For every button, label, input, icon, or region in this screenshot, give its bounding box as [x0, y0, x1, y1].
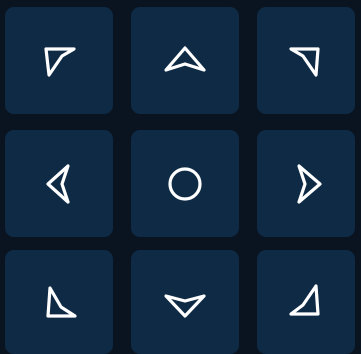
- up-left-button[interactable]: [5, 7, 113, 114]
- down-left-button[interactable]: [5, 250, 113, 354]
- up-right-button[interactable]: [257, 7, 355, 114]
- arrow-down-icon: [164, 294, 206, 318]
- arrow-right-icon: [297, 163, 322, 204]
- arrow-down-left-icon: [46, 286, 77, 318]
- arrow-up-left-icon: [44, 46, 76, 77]
- circle-icon: [168, 166, 202, 201]
- right-button[interactable]: [257, 130, 355, 237]
- down-button[interactable]: [131, 250, 239, 354]
- down-right-button[interactable]: [257, 250, 355, 354]
- left-button[interactable]: [5, 130, 113, 237]
- arrow-down-right-icon: [289, 284, 320, 316]
- center-button[interactable]: [131, 130, 239, 237]
- arrow-up-icon: [164, 45, 206, 72]
- arrow-left-icon: [46, 163, 70, 204]
- up-button[interactable]: [131, 7, 239, 114]
- arrow-up-right-icon: [289, 46, 320, 77]
- direction-pad: [0, 0, 361, 354]
